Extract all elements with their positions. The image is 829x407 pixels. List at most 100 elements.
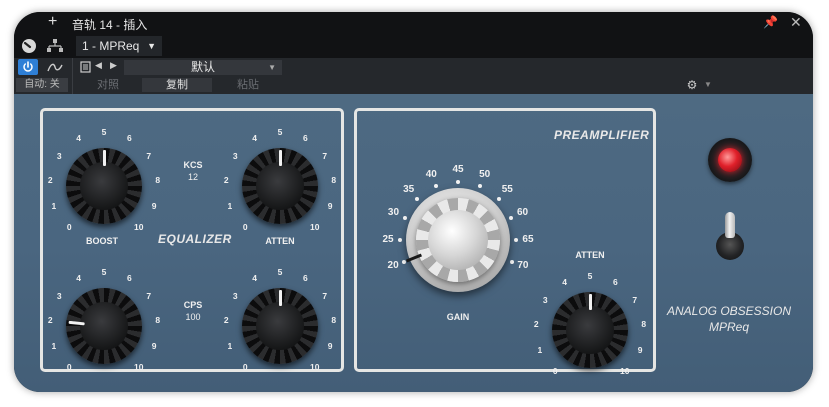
atten-kcs-tick-0: 0 xyxy=(242,222,248,233)
boost-kcs-tick-7: 7 xyxy=(146,150,152,161)
gear-icon[interactable]: ⚙ xyxy=(684,78,700,92)
boost-cps-tick-9: 9 xyxy=(151,341,157,352)
title-bar: + 音轨 14 - 插入 📌 ✕ xyxy=(14,12,813,34)
gain-tick-dot xyxy=(402,215,407,220)
gain-knob-cap xyxy=(428,210,488,270)
boost-kcs-tick-0: 0 xyxy=(66,222,72,233)
boost-kcs-pointer xyxy=(102,150,106,166)
atten-cps-knob[interactable] xyxy=(242,288,318,364)
preamp-atten-knob-cap xyxy=(566,306,614,354)
copy-button[interactable]: 复制 xyxy=(142,78,212,92)
preamp-atten-tick-4: 4 xyxy=(562,277,567,288)
kcs-label: KCS xyxy=(183,160,203,170)
cps-value: 100 xyxy=(185,312,201,322)
preset-menu-icon[interactable] xyxy=(78,60,92,74)
gain-tick-dot xyxy=(398,237,402,242)
gain-tick-20: 20 xyxy=(387,260,399,272)
add-icon[interactable]: + xyxy=(48,13,57,31)
preamp-atten-tick-3: 3 xyxy=(542,294,548,305)
boost-cps-tick-6: 6 xyxy=(126,273,132,284)
preamp-atten-knob[interactable] xyxy=(552,292,628,368)
boost-kcs-knob-cap xyxy=(80,162,128,210)
gain-tick-50: 50 xyxy=(479,169,491,181)
boost-kcs-knob[interactable] xyxy=(66,148,142,224)
lamp-light-icon xyxy=(718,148,742,172)
gain-tick-70: 70 xyxy=(517,260,529,272)
paste-button[interactable]: 粘贴 xyxy=(216,78,280,92)
automation-button[interactable] xyxy=(44,59,66,75)
gain-tick-dot xyxy=(456,180,460,184)
plugin-panel: EQUALIZER BOOST ATTEN KCS 12 CPS 100 PRE… xyxy=(14,94,813,392)
preamp-atten-tick-6: 6 xyxy=(612,277,618,288)
atten-cps-tick-9: 9 xyxy=(327,341,333,352)
atten-cps-tick-4: 4 xyxy=(252,273,257,284)
boost-cps-tick-4: 4 xyxy=(76,273,81,284)
routing-icon[interactable] xyxy=(44,36,66,56)
boost-label: BOOST xyxy=(85,236,118,246)
automation-status[interactable]: 自动: 关 xyxy=(16,78,68,92)
atten-kcs-tick-2: 2 xyxy=(223,175,229,186)
atten-cps-knob-cap xyxy=(256,302,304,350)
boost-cps-tick-7: 7 xyxy=(146,290,152,301)
cps-label: CPS xyxy=(183,300,203,310)
atten-cps-tick-7: 7 xyxy=(322,290,328,301)
gain-knob[interactable] xyxy=(416,198,500,282)
preamp-atten-tick-1: 1 xyxy=(537,345,543,356)
boost-cps-knob[interactable] xyxy=(66,288,142,364)
atten-cps-tick-2: 2 xyxy=(223,315,229,326)
plugin-window: + 音轨 14 - 插入 📌 ✕ 1 - MPReq ▼ 自动: 关 ◀ ▶ 默… xyxy=(14,12,813,392)
chevron-down-icon: ▼ xyxy=(147,41,156,51)
boost-kcs-tick-4: 4 xyxy=(76,133,81,144)
atten-cps-tick-10: 10 xyxy=(309,362,320,373)
next-preset-icon[interactable]: ▶ xyxy=(110,60,117,71)
atten-cps-tick-8: 8 xyxy=(331,315,337,326)
power-toggle-switch[interactable] xyxy=(716,212,744,260)
preamp-atten-tick-2: 2 xyxy=(533,319,539,330)
boost-kcs-tick-5: 5 xyxy=(101,127,107,137)
chevron-down-icon[interactable]: ▼ xyxy=(704,78,712,92)
atten-kcs-tick-6: 6 xyxy=(302,133,308,144)
insert-selector[interactable]: 1 - MPReq ▼ xyxy=(76,36,162,56)
gain-tick-30: 30 xyxy=(387,206,400,218)
preamp-atten-tick-0: 0 xyxy=(552,366,558,377)
boost-cps-tick-2: 2 xyxy=(47,315,53,326)
gain-tick-35: 35 xyxy=(403,184,415,196)
toggle-lever xyxy=(725,212,735,238)
gain-tick-45: 45 xyxy=(452,164,464,175)
brand-name: ANALOG OBSESSION xyxy=(666,304,792,318)
atten-kcs-tick-10: 10 xyxy=(309,222,320,233)
power-icon xyxy=(23,61,33,72)
boost-cps-pointer xyxy=(68,320,85,326)
boost-cps-tick-8: 8 xyxy=(155,315,161,326)
boost-cps-tick-0: 0 xyxy=(66,362,72,373)
preset-name: 默认 xyxy=(190,60,215,74)
gain-tick-65: 65 xyxy=(522,233,534,245)
close-icon[interactable]: ✕ xyxy=(790,14,802,31)
atten-cps-tick-1: 1 xyxy=(227,341,233,352)
preset-selector[interactable]: 默认 ▼ xyxy=(124,60,282,75)
compare-button[interactable]: 对照 xyxy=(78,78,138,92)
preamp-atten-tick-8: 8 xyxy=(641,319,647,330)
atten-kcs-tick-5: 5 xyxy=(277,127,283,137)
boost-cps-tick-1: 1 xyxy=(51,341,57,352)
preamplifier-title: PREAMPLIFIER xyxy=(554,128,650,142)
previous-preset-icon[interactable]: ◀ xyxy=(95,60,102,71)
atten-kcs-tick-8: 8 xyxy=(331,175,337,186)
gain-tick-25: 25 xyxy=(382,233,394,245)
atten-kcs-tick-3: 3 xyxy=(232,150,238,161)
boost-kcs-tick-2: 2 xyxy=(47,175,53,186)
plugin-icon[interactable] xyxy=(18,36,40,56)
atten-kcs-knob[interactable] xyxy=(242,148,318,224)
pin-icon[interactable]: 📌 xyxy=(763,15,778,29)
power-button[interactable] xyxy=(18,59,38,75)
boost-cps-tick-5: 5 xyxy=(101,267,107,277)
atten-cps-tick-6: 6 xyxy=(302,273,308,284)
atten-cps-tick-5: 5 xyxy=(277,267,283,277)
insert-toolbar: 1 - MPReq ▼ xyxy=(14,34,813,58)
preamp-atten-tick-9: 9 xyxy=(637,345,643,356)
preamp-atten-tick-7: 7 xyxy=(632,294,638,305)
preamp-atten-tick-5: 5 xyxy=(587,271,593,281)
boost-kcs-tick-6: 6 xyxy=(126,133,132,144)
window-title: 音轨 14 - 插入 xyxy=(72,18,148,32)
atten-kcs-tick-4: 4 xyxy=(252,133,257,144)
